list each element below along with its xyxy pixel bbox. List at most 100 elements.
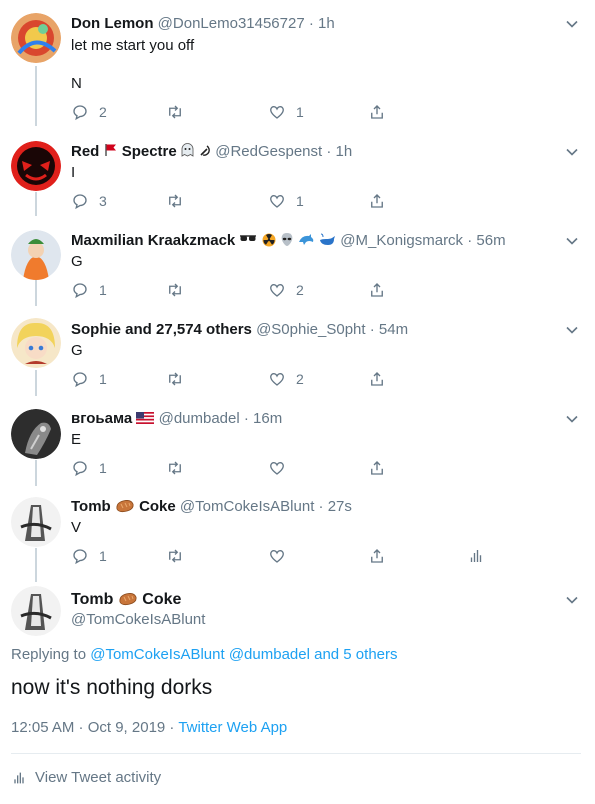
- tweet-actions: 1 2: [71, 369, 531, 389]
- display-name[interactable]: Tomb: [71, 591, 113, 608]
- like-button[interactable]: [268, 458, 296, 478]
- timestamp[interactable]: · 54m: [370, 321, 408, 338]
- share-icon: [371, 461, 383, 475]
- display-name[interactable]: Sophie and 27,574 others: [71, 321, 252, 338]
- us-flag-icon: [136, 411, 155, 425]
- retweet-button[interactable]: [166, 458, 194, 478]
- reply-icon: [73, 461, 87, 477]
- chevron-down-icon[interactable]: [565, 234, 579, 248]
- retweet-button[interactable]: [166, 280, 194, 300]
- avatar[interactable]: [11, 409, 61, 459]
- share-icon: [371, 105, 383, 119]
- user-handle[interactable]: @DonLemo31456727: [158, 15, 305, 32]
- tweet-sophie[interactable]: Sophie and 27,574 others @S0phie_S0pht ·…: [0, 308, 595, 398]
- view-tweet-activity-button[interactable]: View Tweet activity: [11, 769, 161, 786]
- tweet-text: I: [71, 164, 76, 181]
- timestamp[interactable]: · 56m: [467, 232, 505, 249]
- retweet-button[interactable]: [166, 369, 194, 389]
- display-name-part2[interactable]: Spectre: [122, 143, 177, 160]
- tweet-maxmilian[interactable]: Maxmilian Kraakzmack @M_Konigsmarck · 56…: [0, 218, 595, 308]
- chevron-down-icon[interactable]: [565, 593, 579, 607]
- display-name-part2[interactable]: Coke: [139, 498, 176, 515]
- display-name-part2[interactable]: Coke: [142, 591, 181, 608]
- display-name[interactable]: Tomb: [71, 498, 111, 515]
- display-name[interactable]: Red: [71, 143, 99, 160]
- activity-label: View Tweet activity: [35, 769, 162, 786]
- chevron-down-icon[interactable]: [565, 145, 579, 159]
- tweet-header: Sophie and 27,574 others @S0phie_S0pht ·…: [71, 321, 408, 339]
- analytics-button[interactable]: [467, 546, 485, 566]
- reply-button[interactable]: 3: [71, 191, 107, 211]
- share-icon: [371, 549, 383, 563]
- share-button[interactable]: [368, 458, 386, 478]
- avatar[interactable]: [11, 13, 61, 63]
- tweet-red-spectre[interactable]: Red Spectre @RedGespenst · 1h I 3 1: [0, 130, 595, 218]
- reply-button[interactable]: 1: [71, 369, 107, 389]
- display-name[interactable]: Don Lemon: [71, 15, 154, 32]
- main-user-handle[interactable]: @TomCokeIsABlunt: [71, 611, 205, 628]
- share-icon: [371, 194, 383, 208]
- retweet-button[interactable]: [166, 546, 194, 566]
- like-button[interactable]: 1: [268, 102, 304, 122]
- chevron-down-icon[interactable]: [565, 17, 579, 31]
- timestamp[interactable]: · 1h: [326, 143, 352, 160]
- tweet-meta: 12:05 AM · Oct 9, 2019 · Twitter Web App: [11, 719, 287, 736]
- tweet-tomb-coke[interactable]: Tomb Coke @TomCokeIsABlunt · 27s V 1: [0, 486, 595, 576]
- alien-icon: [281, 233, 293, 246]
- tweet-dumbadel[interactable]: ʙгоьама @dumbadel · 16m E 1: [0, 398, 595, 486]
- like-count: 2: [296, 371, 304, 387]
- share-button[interactable]: [368, 102, 386, 122]
- analytics-icon: [470, 550, 482, 562]
- replying-to-link[interactable]: @TomCokeIsABlunt @dumbadel and 5 others: [90, 646, 397, 663]
- user-handle[interactable]: @TomCokeIsABlunt: [180, 498, 314, 515]
- reply-icon: [73, 283, 87, 299]
- share-button[interactable]: [368, 546, 386, 566]
- chevron-down-icon[interactable]: [565, 412, 579, 426]
- tweet-actions: 2 1: [71, 102, 531, 122]
- reply-button[interactable]: 1: [71, 458, 107, 478]
- timestamp[interactable]: · 27s: [319, 498, 352, 515]
- avatar[interactable]: [11, 230, 61, 280]
- display-name[interactable]: ʙгоьама: [71, 410, 132, 427]
- avatar[interactable]: [11, 141, 61, 191]
- like-button[interactable]: 2: [268, 369, 304, 389]
- user-handle[interactable]: @RedGespenst: [215, 143, 322, 160]
- share-button[interactable]: [368, 191, 386, 211]
- bread-icon: [116, 500, 134, 513]
- like-button[interactable]: 2: [268, 280, 304, 300]
- share-button[interactable]: [368, 369, 386, 389]
- display-name[interactable]: Maxmilian Kraakzmack: [71, 232, 235, 249]
- replying-prefix: Replying to: [11, 646, 87, 663]
- reply-button[interactable]: 1: [71, 546, 107, 566]
- tweet-don-lemon[interactable]: Don Lemon @DonLemo31456727 · 1h let me s…: [0, 0, 595, 130]
- avatar[interactable]: [11, 318, 61, 368]
- retweet-button[interactable]: [166, 191, 194, 211]
- avatar[interactable]: [11, 586, 61, 636]
- reply-count: 2: [99, 104, 107, 120]
- share-button[interactable]: [368, 280, 386, 300]
- like-button[interactable]: 1: [268, 191, 304, 211]
- tweet-text-line2: N: [71, 75, 82, 92]
- like-button[interactable]: [268, 546, 296, 566]
- tweet-header: Tomb Coke @TomCokeIsABlunt · 27s: [71, 498, 352, 516]
- retweet-icon: [169, 549, 181, 563]
- user-handle[interactable]: @dumbadel: [159, 410, 240, 427]
- timestamp[interactable]: · 1h: [309, 15, 335, 32]
- user-handle[interactable]: @S0phie_S0pht: [256, 321, 365, 338]
- source-app-link[interactable]: Twitter Web App: [178, 719, 287, 736]
- heart-icon: [270, 373, 284, 386]
- user-handle[interactable]: @M_Konigsmarck: [340, 232, 463, 249]
- main-timestamp[interactable]: 12:05 AM · Oct 9, 2019 ·: [11, 719, 178, 736]
- chevron-down-icon[interactable]: [565, 323, 579, 337]
- ghost-icon: [181, 143, 194, 157]
- timestamp[interactable]: · 16m: [244, 410, 282, 427]
- reply-icon: [73, 549, 87, 565]
- main-display-name[interactable]: Tomb Coke: [71, 591, 181, 609]
- retweet-button[interactable]: [166, 102, 194, 122]
- tweet-text: E: [71, 431, 82, 448]
- avatar[interactable]: [11, 497, 61, 547]
- reply-button[interactable]: 1: [71, 280, 107, 300]
- sunglasses-icon: [240, 235, 257, 241]
- reply-button[interactable]: 2: [71, 102, 107, 122]
- retweet-icon: [169, 194, 181, 208]
